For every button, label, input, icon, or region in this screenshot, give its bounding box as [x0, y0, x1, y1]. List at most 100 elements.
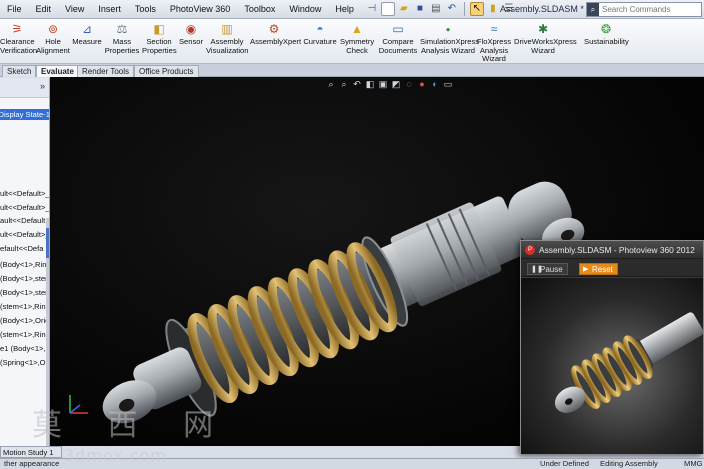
clearance-verification-button[interactable]: ⚞ Clearance Verification	[0, 22, 37, 55]
simulationxpress-button[interactable]: ⬩ SimulationXpress Analysis Wizard	[420, 22, 479, 55]
compare-documents-button[interactable]: ▭ Compare Documents	[378, 22, 418, 55]
display-state-item[interactable]: Display State-1>	[0, 109, 50, 120]
search-input[interactable]	[599, 5, 697, 14]
tree-item[interactable]: e1 (Body<1>,s	[0, 342, 50, 355]
photoview-toolbar: ❚❚ Pause ▶ Reset	[521, 259, 703, 277]
curvature-button[interactable]: ◓ Curvature	[302, 22, 338, 47]
tree-item[interactable]: (Body<1>,ster	[0, 286, 49, 299]
sensor-icon: ◉	[185, 22, 197, 36]
tree-item[interactable]: (Body<1>,ster	[0, 272, 49, 285]
pin-icon[interactable]: ⊣	[365, 2, 379, 16]
ribbon-label: Measure	[72, 37, 102, 46]
reset-icon: ▶	[583, 266, 589, 273]
section-properties-button[interactable]: ◧ Section Properties	[142, 22, 177, 55]
open-icon[interactable]: ▰	[397, 2, 411, 16]
tree-item-label: (Body<1>,Rin	[0, 260, 47, 269]
menu-photoview360[interactable]: PhotoView 360	[163, 0, 237, 19]
standard-toolbar: ⊣ ▰ ■ ▤ ↶ ↖ ▮ ☰	[365, 2, 516, 16]
menu-tools[interactable]: Tools	[128, 0, 163, 19]
simulationxpress-icon: ⬩	[445, 22, 451, 36]
assemblyxpert-icon: ⚙	[268, 22, 280, 36]
mass-properties-button[interactable]: ⚖ Mass Properties	[104, 22, 140, 55]
assemblyxpert-button[interactable]: ⚙ AssemblyXpert	[250, 22, 302, 47]
menu-toolbox[interactable]: Toolbox	[237, 0, 282, 19]
tree-item[interactable]: (Spring<1>,O	[0, 356, 49, 369]
watermark-logo: 莫 西 网	[32, 408, 232, 443]
rebuild-icon[interactable]: ▮	[486, 2, 500, 16]
sensor-button[interactable]: ◉ Sensor	[178, 22, 204, 47]
ribbon-label: Sensor	[178, 37, 204, 46]
ribbon-label: AssemblyXpert	[250, 37, 302, 46]
ribbon-label: Section Properties	[142, 37, 177, 55]
new-document-icon[interactable]	[380, 2, 395, 16]
section-properties-icon: ◧	[153, 22, 165, 36]
tree-item[interactable]: ault<<Default	[0, 214, 49, 227]
measure-icon: ⊿	[81, 22, 93, 36]
tree-item-label: e1 (Body<1>,s	[0, 344, 50, 353]
menu-edit[interactable]: Edit	[29, 0, 59, 19]
save-icon[interactable]: ■	[413, 2, 427, 16]
pause-icon: ❚❚	[531, 266, 543, 273]
reset-button[interactable]: ▶ Reset	[579, 263, 618, 275]
status-units[interactable]: MMG	[684, 459, 703, 469]
document-title: Assembly.SLDASM *	[500, 4, 584, 14]
tree-item[interactable]: (Body<1>,Orie	[0, 314, 50, 327]
floxpress-button[interactable]: ≈ FloXpress Analysis Wizard	[476, 22, 512, 64]
menu-file[interactable]: File	[0, 0, 29, 19]
hole-alignment-button[interactable]: ⊚ Hole Alignment	[36, 22, 70, 55]
tree-item-label: (Body<1>,ster	[0, 274, 48, 283]
tree-item[interactable]: (Body<1>,Rin	[0, 258, 49, 271]
tab-sketch[interactable]: Sketch	[2, 65, 37, 77]
tab-evaluate[interactable]: Evaluate	[36, 65, 79, 77]
command-manager: ⚞ Clearance Verification ⊚ Hole Alignmen…	[0, 19, 704, 64]
symmetry-check-button[interactable]: ▲ Symmetry Check	[340, 22, 374, 55]
tree-item[interactable]: (stem<1>,Ring	[0, 328, 50, 341]
feature-manager-tree: » Display State-1> ult<<Default>_ ult<<D…	[0, 78, 50, 446]
photoview-render-area	[521, 278, 703, 454]
search-icon: ⌕	[587, 3, 599, 16]
status-mode: Editing Assembly	[600, 459, 658, 468]
tree-item-label: (stem<1>,Ring	[0, 330, 50, 339]
tree-item-label: (Body<1>,Orie	[0, 316, 50, 325]
assembly-visualization-button[interactable]: ▥ Assembly Visualization	[206, 22, 249, 55]
menu-view[interactable]: View	[58, 0, 91, 19]
tab-render-tools[interactable]: Render Tools	[77, 65, 134, 77]
tree-item[interactable]: ult<<Default>_	[0, 228, 50, 241]
sustainability-icon: ❂	[600, 22, 612, 36]
photoview-title: Assembly.SLDASM - Photoview 360 2012	[539, 245, 695, 255]
pause-button[interactable]: ❚❚ Pause	[527, 263, 568, 275]
measure-button[interactable]: ⊿ Measure	[72, 22, 102, 47]
toolbar-divider	[463, 2, 465, 16]
select-icon[interactable]: ↖	[469, 2, 484, 16]
ribbon-label: FloXpress Analysis Wizard	[476, 37, 512, 64]
tree-item-label: efault<<Defa	[0, 244, 44, 253]
sustainability-button[interactable]: ❂ Sustainability	[584, 22, 629, 47]
driveworksxpress-button[interactable]: ✱ DriveWorksXpress Wizard	[514, 22, 577, 55]
expand-chevron-icon[interactable]: »	[40, 81, 45, 91]
ribbon-label: Mass Properties	[104, 37, 140, 55]
status-hint: ther appearance	[4, 459, 60, 468]
menu-window[interactable]: Window	[282, 0, 328, 19]
status-definition: Under Defined	[540, 459, 589, 468]
motion-study-tab[interactable]: Motion Study 1	[0, 446, 62, 458]
tree-item-label: ult<<Default>_	[0, 230, 50, 239]
display-state-label: Display State-1>	[0, 110, 50, 119]
undo-icon[interactable]: ↶	[445, 2, 459, 16]
photoview-preview-window[interactable]: P Assembly.SLDASM - Photoview 360 2012 ❚…	[520, 240, 704, 454]
print-icon[interactable]: ▤	[429, 2, 443, 16]
menu-insert[interactable]: Insert	[91, 0, 128, 19]
hole-alignment-icon: ⊚	[47, 22, 59, 36]
tree-item[interactable]: ult<<Default>_	[0, 187, 49, 200]
tab-office-products[interactable]: Office Products	[134, 65, 199, 77]
rendered-shock-absorber	[554, 312, 703, 413]
tree-item[interactable]: (stem<1>,Ring	[0, 300, 49, 313]
scrollbar-thumb[interactable]	[46, 228, 49, 258]
tree-item[interactable]: efault<<Defa	[0, 242, 49, 255]
tree-item[interactable]: ult<<Default>_	[0, 201, 49, 214]
search-commands[interactable]: ⌕	[586, 2, 702, 17]
pause-label: Pause	[540, 265, 563, 274]
tree-item-label: ault<<Default	[0, 216, 46, 225]
photoview-title-bar[interactable]: P Assembly.SLDASM - Photoview 360 2012	[521, 241, 703, 259]
menu-help[interactable]: Help	[328, 0, 361, 19]
tree-item-label: (Body<1>,ster	[0, 288, 48, 297]
